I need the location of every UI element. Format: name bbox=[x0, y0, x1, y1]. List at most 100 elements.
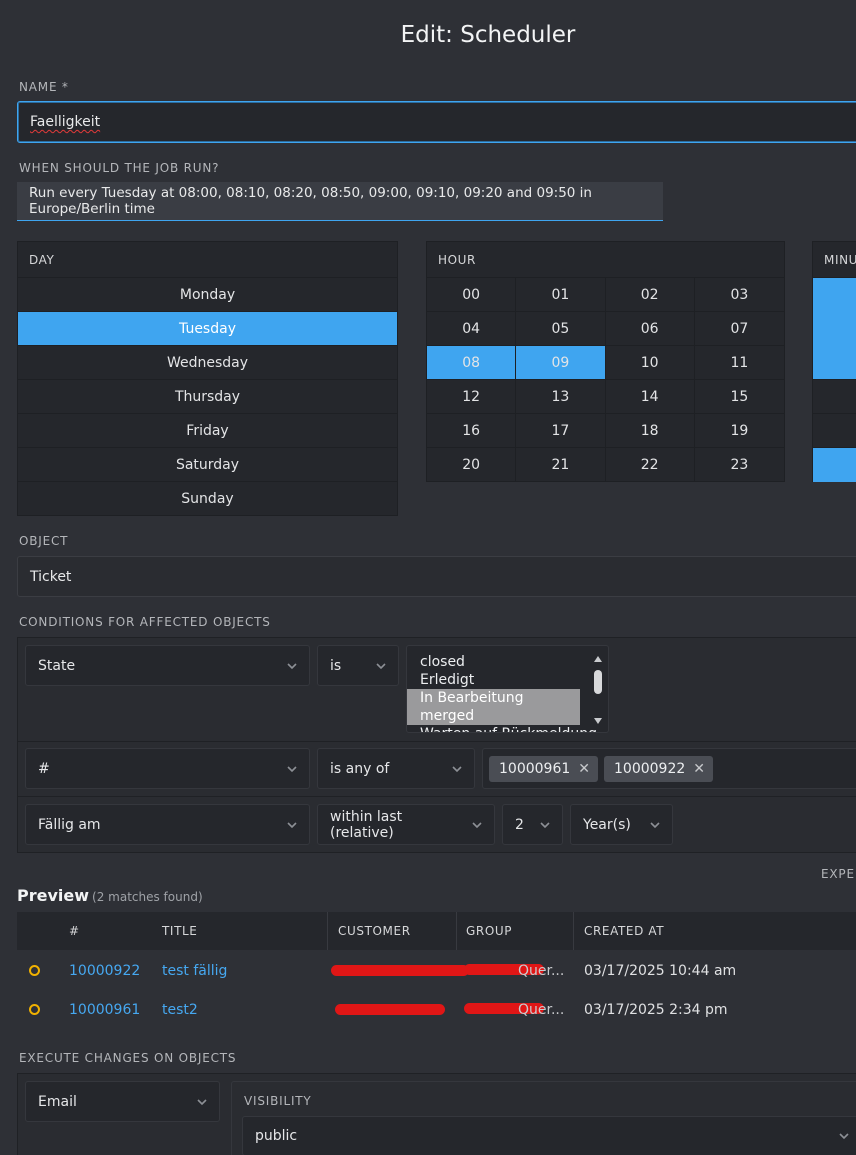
condition-2-attribute: # bbox=[38, 760, 50, 777]
hour-option-02[interactable]: 02 bbox=[605, 278, 695, 312]
conditions-label: CONDITIONS FOR AFFECTED OBJECTS bbox=[19, 615, 271, 629]
chevron-down-icon bbox=[285, 818, 299, 832]
day-table: DAY Monday Tuesday Wednesday Thursday Friday… bbox=[17, 241, 398, 516]
expert-mode-toggle-label[interactable]: EXPER bbox=[821, 867, 856, 881]
condition-1-operator-select[interactable]: is bbox=[317, 645, 399, 686]
ticket-number-link[interactable]: 10000922 bbox=[69, 963, 140, 979]
minute-cell-selected[interactable] bbox=[813, 448, 856, 482]
hour-option-13[interactable]: 13 bbox=[516, 380, 606, 414]
visibility-value: public bbox=[255, 1128, 298, 1144]
ticket-title-link[interactable]: test fällig bbox=[162, 963, 227, 979]
tag-chip: 10000961 ✕ bbox=[489, 755, 598, 782]
hour-header: HOUR bbox=[427, 242, 784, 278]
preview-table-header: # TITLE CUSTOMER GROUP CREATED AT bbox=[17, 912, 856, 950]
day-option-wednesday[interactable]: Wednesday bbox=[18, 346, 397, 380]
minute-cell[interactable] bbox=[813, 414, 856, 448]
close-icon[interactable]: ✕ bbox=[578, 761, 590, 777]
hour-option-04[interactable]: 04 bbox=[427, 312, 517, 346]
hour-table: HOUR 00 01 02 03 04 05 06 07 08 09 10 11 12 13 14 15 16 1… bbox=[426, 241, 785, 482]
day-option-sunday[interactable]: Sunday bbox=[18, 482, 397, 516]
preview-title: Preview bbox=[17, 886, 90, 905]
ticket-title-link[interactable]: test2 bbox=[162, 1002, 198, 1018]
day-header: DAY bbox=[18, 242, 397, 278]
condition-3-amount: 2 bbox=[515, 816, 524, 833]
condition-3-attribute: Fällig am bbox=[38, 816, 101, 833]
condition-2-operator-select[interactable]: is any of bbox=[317, 748, 475, 789]
hour-option-01[interactable]: 01 bbox=[516, 278, 606, 312]
condition-1-operator: is bbox=[330, 657, 342, 674]
hour-option-22[interactable]: 22 bbox=[606, 448, 695, 482]
execute-label: EXECUTE CHANGES ON OBJECTS bbox=[19, 1051, 237, 1065]
minute-cell[interactable] bbox=[813, 380, 856, 414]
hour-option-18[interactable]: 18 bbox=[605, 414, 695, 448]
condition-1-attribute: State bbox=[38, 657, 76, 674]
hour-option-16[interactable]: 16 bbox=[427, 414, 517, 448]
action-select[interactable]: Email bbox=[25, 1081, 220, 1122]
close-icon[interactable]: ✕ bbox=[693, 761, 705, 777]
state-option[interactable]: Erledigt bbox=[407, 671, 608, 689]
hour-option-03[interactable]: 03 bbox=[694, 278, 784, 312]
table-row[interactable]: 10000922 test fällig Quer... 03/17/2025 … bbox=[17, 951, 856, 990]
hour-option-19[interactable]: 19 bbox=[694, 414, 784, 448]
column-group[interactable]: GROUP bbox=[466, 924, 512, 938]
hour-option-17[interactable]: 17 bbox=[516, 414, 606, 448]
state-option[interactable]: In Bearbeitung bbox=[407, 689, 580, 707]
hour-option-11[interactable]: 11 bbox=[694, 346, 784, 380]
hour-option-12[interactable]: 12 bbox=[427, 380, 517, 414]
chevron-down-icon bbox=[470, 818, 484, 832]
day-option-saturday[interactable]: Saturday bbox=[18, 448, 397, 482]
day-list: Monday Tuesday Wednesday Thursday Friday Satu… bbox=[18, 278, 397, 516]
object-label: OBJECT bbox=[19, 534, 69, 548]
state-option[interactable]: Warten auf Rückmeldung bbox=[407, 725, 608, 732]
hour-option-21[interactable]: 21 bbox=[516, 448, 606, 482]
condition-2-tag-input[interactable]: 10000961 ✕ 10000922 ✕ bbox=[482, 748, 856, 789]
hour-option-09[interactable]: 09 bbox=[516, 346, 606, 380]
day-option-thursday[interactable]: Thursday bbox=[18, 380, 397, 414]
condition-3-unit-select[interactable]: Year(s) bbox=[570, 804, 673, 845]
hour-option-10[interactable]: 10 bbox=[605, 346, 695, 380]
chevron-down-icon bbox=[195, 1095, 209, 1109]
minute-header: MINU bbox=[813, 242, 856, 278]
preview-count: (2 matches found) bbox=[92, 890, 203, 904]
hour-option-07[interactable]: 07 bbox=[694, 312, 784, 346]
day-option-monday[interactable]: Monday bbox=[18, 278, 397, 312]
hour-option-14[interactable]: 14 bbox=[605, 380, 695, 414]
condition-3-operator: within last (relative) bbox=[330, 808, 403, 841]
state-option[interactable]: merged bbox=[407, 707, 580, 725]
hour-option-05[interactable]: 05 bbox=[516, 312, 606, 346]
hour-option-15[interactable]: 15 bbox=[694, 380, 784, 414]
day-option-friday[interactable]: Friday bbox=[18, 414, 397, 448]
condition-2-attribute-select[interactable]: # bbox=[25, 748, 310, 789]
condition-1-value-listbox[interactable]: closedErledigtIn BearbeitungmergedWarten… bbox=[406, 645, 609, 733]
page-title: Edit: Scheduler bbox=[400, 22, 576, 48]
condition-3-unit: Year(s) bbox=[583, 816, 631, 833]
column-number[interactable]: # bbox=[69, 924, 80, 938]
condition-2-operator: is any of bbox=[330, 760, 390, 777]
day-option-tuesday[interactable]: Tuesday bbox=[18, 312, 397, 346]
condition-1-attribute-select[interactable]: State bbox=[25, 645, 310, 686]
table-row[interactable]: 10000961 test2 Quer... 03/17/2025 2:34 p… bbox=[17, 990, 856, 1029]
action-value: Email bbox=[38, 1093, 77, 1110]
ticket-number-link[interactable]: 10000961 bbox=[69, 1002, 140, 1018]
condition-3-attribute-select[interactable]: Fällig am bbox=[25, 804, 310, 845]
group-cell: Quer... bbox=[518, 1001, 565, 1018]
chevron-down-icon bbox=[837, 1129, 851, 1143]
hour-option-23[interactable]: 23 bbox=[695, 448, 784, 482]
hour-option-06[interactable]: 06 bbox=[605, 312, 695, 346]
status-open-icon bbox=[29, 1004, 40, 1015]
name-input[interactable]: Faelligkeit bbox=[17, 101, 856, 143]
visibility-select[interactable]: public bbox=[242, 1116, 856, 1155]
hour-option-20[interactable]: 20 bbox=[427, 448, 517, 482]
object-select[interactable]: Ticket bbox=[17, 556, 856, 597]
condition-3-operator-select[interactable]: within last (relative) bbox=[317, 804, 495, 845]
column-customer[interactable]: CUSTOMER bbox=[338, 924, 411, 938]
hour-option-08[interactable]: 08 bbox=[427, 346, 517, 380]
column-title[interactable]: TITLE bbox=[162, 924, 197, 938]
listbox-scrollbar[interactable] bbox=[588, 646, 608, 732]
column-created-at[interactable]: CREATED AT bbox=[584, 924, 664, 938]
hour-option-00[interactable]: 00 bbox=[427, 278, 517, 312]
redacted-customer bbox=[335, 1004, 445, 1015]
condition-3-amount-select[interactable]: 2 bbox=[502, 804, 563, 845]
state-option[interactable]: closed bbox=[407, 653, 608, 671]
minute-cell-selected[interactable] bbox=[813, 278, 856, 380]
